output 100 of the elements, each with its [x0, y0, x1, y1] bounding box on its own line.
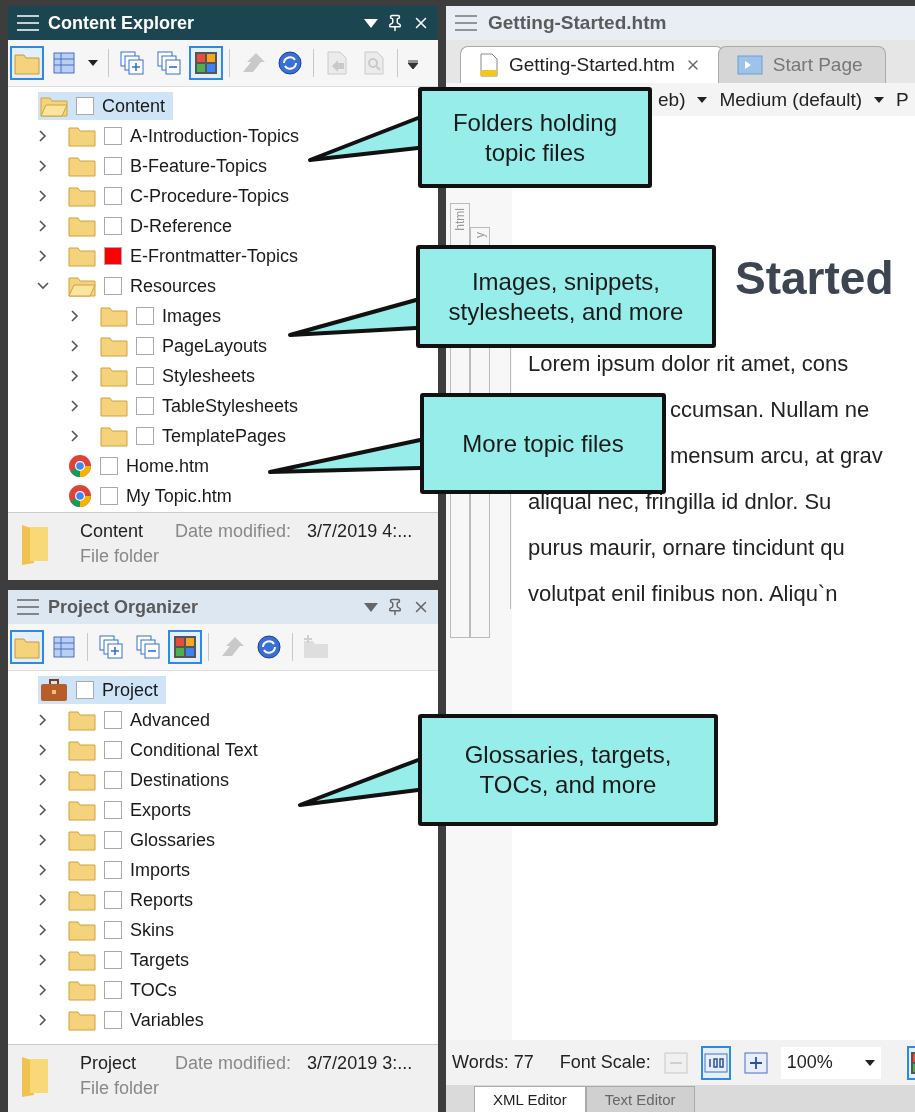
tree-item[interactable]: Content [38, 92, 174, 120]
dropdown-value[interactable]: Medium (default) [719, 88, 863, 111]
checkbox[interactable] [76, 681, 94, 699]
menu-icon[interactable] [16, 598, 40, 616]
zoom-in-icon [742, 1049, 769, 1076]
tree-item[interactable]: TOCs [66, 976, 185, 1004]
dropdown-value[interactable]: P [896, 88, 909, 111]
caret-icon [88, 60, 98, 66]
panel-title: Project Organizer [48, 596, 200, 618]
checkbox[interactable] [104, 831, 122, 849]
checkbox[interactable] [76, 97, 94, 115]
folder-button[interactable] [10, 630, 44, 664]
zoom-field[interactable]: 100% [780, 1046, 881, 1079]
folder-icon [100, 395, 128, 417]
tree-item[interactable]: Home.htm [66, 452, 218, 480]
color-grid-button[interactable] [189, 46, 223, 80]
caret-icon [697, 96, 708, 103]
folder-icon [68, 919, 96, 941]
checkbox[interactable] [104, 187, 122, 205]
tree-label: PageLayouts [162, 335, 268, 357]
page-heading: Started [735, 251, 894, 306]
date-modified-label: Date modified: [175, 1053, 292, 1074]
folder-button[interactable] [10, 46, 44, 80]
tree-item[interactable]: Images [98, 302, 230, 330]
checkbox[interactable] [104, 217, 122, 235]
dropdown-icon[interactable] [364, 602, 378, 612]
editor-tab[interactable]: XML Editor [474, 1086, 586, 1112]
tree-item[interactable]: A-Introduction-Topics [66, 122, 308, 150]
checkbox[interactable] [136, 367, 154, 385]
tree-item[interactable]: Targets [66, 946, 198, 974]
tree-item[interactable]: E-Frontmatter-Topics [66, 242, 307, 270]
checkbox[interactable] [104, 891, 122, 909]
editor-tab[interactable]: Text Editor [585, 1086, 695, 1112]
checkbox[interactable] [104, 951, 122, 969]
folder-icon [68, 739, 96, 761]
tree-item[interactable]: D-Reference [66, 212, 241, 240]
dropdown-value[interactable]: eb) [658, 88, 686, 111]
tree-item[interactable]: Stylesheets [98, 362, 264, 390]
tree-item[interactable]: Conditional Text [66, 736, 266, 764]
tree-label: B-Feature-Topics [130, 155, 268, 177]
tree-item[interactable]: TemplatePages [98, 422, 295, 450]
tree-label: Advanced [130, 709, 211, 731]
checkbox[interactable] [136, 397, 154, 415]
checkbox[interactable] [100, 457, 118, 475]
new-folder-icon [303, 634, 329, 660]
tree-item[interactable]: Imports [66, 856, 198, 884]
tree-item[interactable]: Resources [66, 272, 225, 300]
tree-label: Imports [130, 859, 190, 881]
checkbox[interactable] [136, 427, 154, 445]
checkbox[interactable] [136, 337, 154, 355]
checkbox[interactable] [104, 247, 122, 265]
tree-item[interactable]: Exports [66, 796, 200, 824]
date-modified-value: 3/7/2019 3:... [307, 1053, 413, 1074]
folder-icon [68, 245, 96, 267]
checkbox[interactable] [104, 127, 122, 145]
checkbox[interactable] [100, 487, 118, 505]
tree-item[interactable]: B-Feature-Topics [66, 152, 276, 180]
checkbox[interactable] [104, 861, 122, 879]
tree-item[interactable]: Reports [66, 886, 202, 914]
reset-zoom-button[interactable] [700, 1045, 731, 1080]
tree-label: Reports [130, 889, 194, 911]
checkbox[interactable] [104, 981, 122, 999]
caret-icon [874, 96, 885, 103]
checkbox[interactable] [104, 711, 122, 729]
item-name: Content [80, 521, 145, 542]
checkbox[interactable] [104, 741, 122, 759]
tree-label: Images [162, 305, 222, 327]
checkbox[interactable] [104, 277, 122, 295]
tree-item[interactable]: Destinations [66, 766, 238, 794]
tree-label: C-Procedure-Topics [130, 185, 290, 207]
checkbox[interactable] [104, 801, 122, 819]
checkbox[interactable] [104, 921, 122, 939]
pin-icon[interactable] [386, 598, 404, 616]
tree-item[interactable]: Project [38, 676, 167, 704]
checkbox[interactable] [136, 307, 154, 325]
folder-icon [68, 709, 96, 731]
tree-item[interactable]: Variables [66, 1006, 212, 1034]
folder-icon [68, 949, 96, 971]
checkbox[interactable] [104, 157, 122, 175]
tree-item[interactable]: C-Procedure-Topics [66, 182, 298, 210]
tree-item[interactable]: PageLayouts [98, 332, 276, 360]
word-count: Words: 77 [452, 1052, 534, 1073]
checkbox[interactable] [104, 771, 122, 789]
dropdown-icon[interactable] [364, 18, 378, 28]
tree-label: D-Reference [130, 215, 233, 237]
pin-icon[interactable] [386, 14, 404, 32]
folder-icon [68, 889, 96, 911]
open-folder-icon [68, 275, 96, 297]
tree-item[interactable]: Skins [66, 916, 182, 944]
tree-item[interactable]: My Topic.htm [66, 482, 240, 510]
structure-label: html [453, 208, 467, 231]
tree-item[interactable]: TableStylesheets [98, 392, 307, 420]
folder-icon [68, 215, 96, 237]
checkbox[interactable] [104, 1011, 122, 1029]
tree-item[interactable]: Advanced [66, 706, 219, 734]
tree-label: Home.htm [126, 455, 210, 477]
tree-item[interactable]: Glossaries [66, 826, 224, 854]
tree-label: Exports [130, 799, 192, 821]
callout: More topic files [420, 393, 666, 494]
color-grid-button[interactable] [168, 630, 202, 664]
